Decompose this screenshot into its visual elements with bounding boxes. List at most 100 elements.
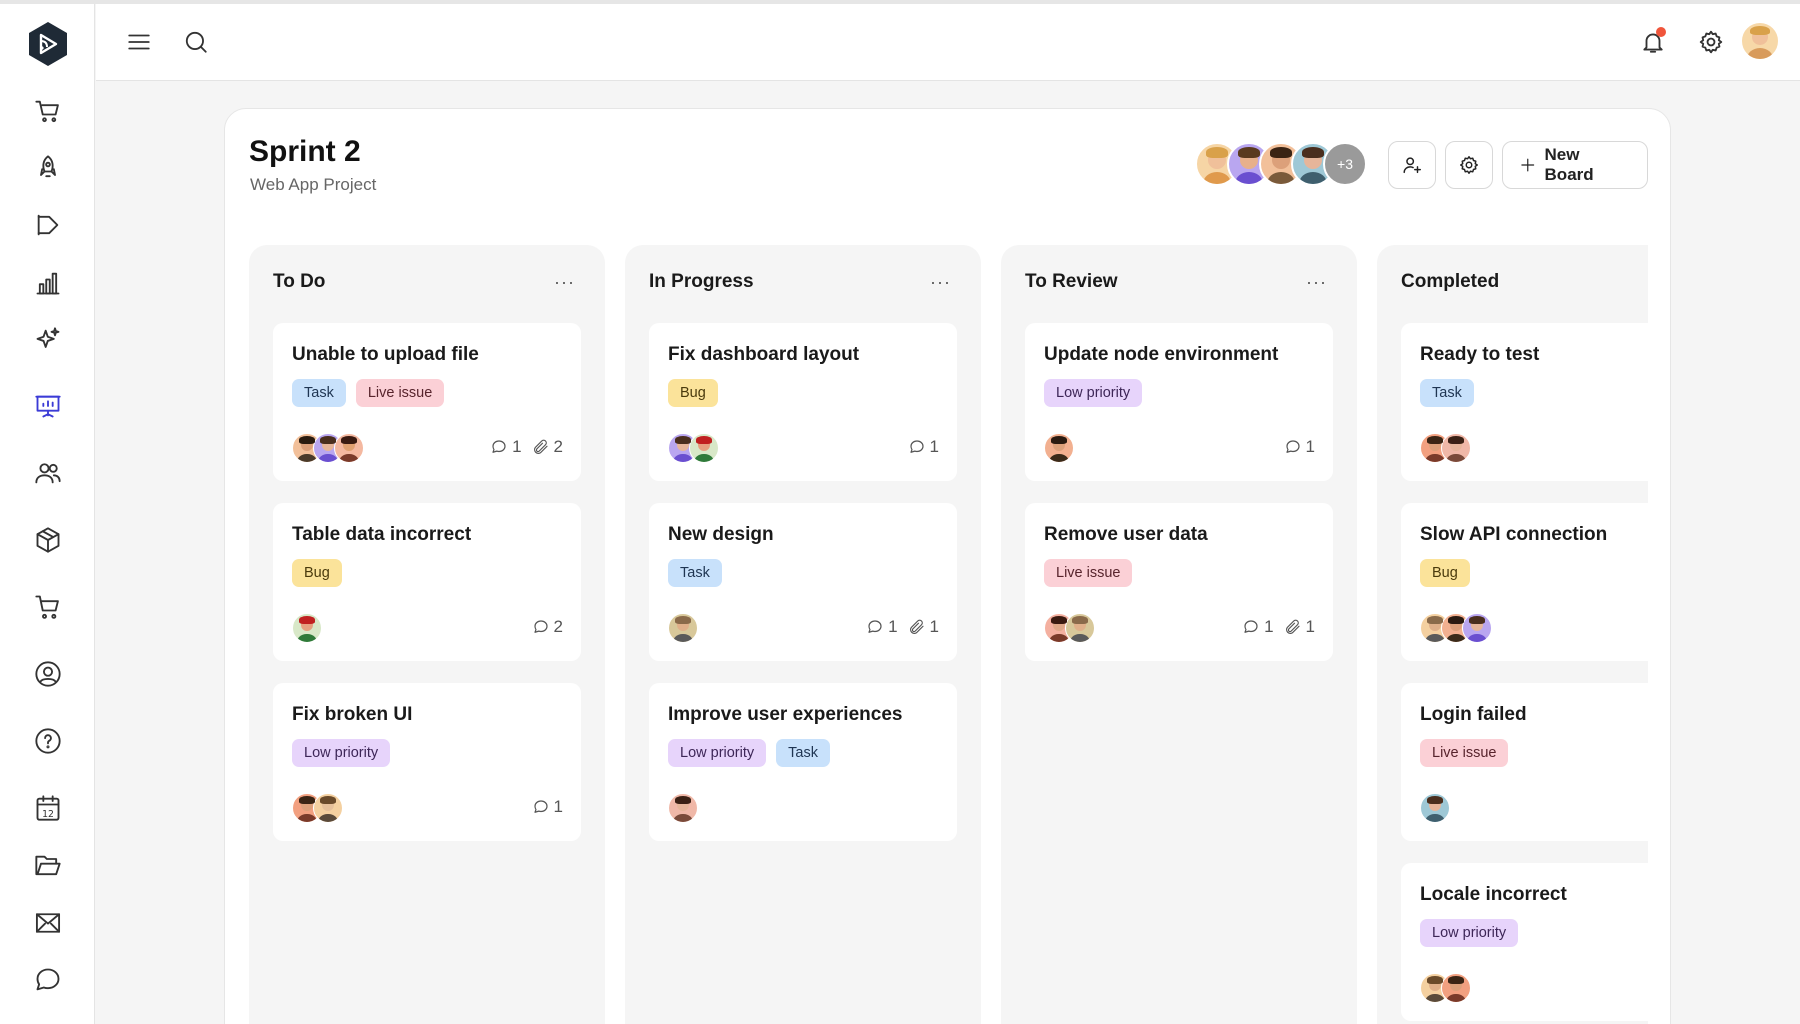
card-title: Locale incorrect	[1420, 884, 1567, 905]
calendar-icon[interactable]: 12	[31, 791, 65, 825]
hamburger-menu-icon[interactable]	[122, 25, 156, 59]
board-subtitle: Web App Project	[250, 175, 377, 194]
assignee-avatar	[1462, 613, 1492, 643]
card-assignees	[292, 433, 364, 463]
paperclip-icon	[909, 619, 924, 634]
tag-task: Task	[1420, 379, 1474, 407]
task-card[interactable]: Table data incorrect Bug 2	[273, 503, 581, 661]
comment-count: 2	[532, 617, 563, 637]
column-title: To Do	[273, 271, 326, 292]
sidebar: 12	[0, 4, 95, 1024]
bar-chart-icon[interactable]	[31, 266, 65, 300]
bell-icon[interactable]	[1636, 25, 1670, 59]
task-card[interactable]: Unable to upload file Task Live issue 1 …	[273, 323, 581, 481]
card-title: Table data incorrect	[292, 524, 472, 545]
card-assignees	[668, 793, 698, 823]
assignee-avatar	[1441, 433, 1471, 463]
card-assignees	[1420, 973, 1471, 1003]
assignee-avatar	[292, 613, 322, 643]
tag-low-priority: Low priority	[668, 739, 767, 767]
task-card[interactable]: New design Task 1 1	[649, 503, 957, 661]
assignee-avatar	[1065, 613, 1095, 643]
comment-count: 1	[532, 797, 563, 817]
attachment-count: 1	[908, 617, 939, 637]
gear-icon	[1460, 156, 1478, 174]
card-title: Unable to upload file	[292, 344, 479, 365]
folder-icon[interactable]	[31, 849, 65, 883]
card-assignees	[292, 793, 343, 823]
assignee-avatar	[1044, 433, 1074, 463]
comment-icon	[533, 800, 548, 813]
task-card[interactable]: Update node environment Low priority 1	[1025, 323, 1333, 481]
user-avatar[interactable]	[1740, 21, 1780, 61]
calendar-day-label: 12	[42, 809, 54, 820]
more-members-badge[interactable]: +3	[1323, 142, 1367, 186]
column-menu-button[interactable]: ···	[930, 272, 951, 293]
column-in-progress: In Progress ··· Fix dashboard layout Bug…	[625, 245, 981, 1024]
mail-icon[interactable]	[31, 906, 65, 940]
paperclip-icon	[1285, 619, 1300, 634]
app-logo-icon[interactable]	[25, 21, 71, 67]
tag-bug: Bug	[292, 559, 342, 587]
assignee-avatar	[1420, 793, 1450, 823]
search-icon[interactable]	[179, 25, 213, 59]
column-title: To Review	[1025, 271, 1118, 292]
task-card[interactable]: Fix dashboard layout Bug 1	[649, 323, 957, 481]
new-board-button[interactable]: New Board	[1502, 141, 1648, 189]
board-members[interactable]: +3	[1195, 142, 1367, 186]
comment-icon	[1244, 620, 1258, 633]
column-to-review: To Review ··· Update node environment Lo…	[1001, 245, 1357, 1024]
gear-icon[interactable]	[1694, 25, 1728, 59]
top-header	[96, 4, 1800, 81]
column-menu-button[interactable]: ···	[554, 272, 575, 293]
comment-icon	[1285, 440, 1300, 453]
tag-live-issue: Live issue	[355, 379, 445, 407]
sparkles-icon[interactable]	[31, 323, 65, 357]
card-assignees	[1044, 433, 1074, 463]
cart-icon[interactable]	[31, 94, 65, 128]
comment-icon	[533, 620, 548, 633]
task-card[interactable]: Login failed Live issue	[1401, 683, 1648, 841]
board-settings-button[interactable]	[1445, 141, 1493, 189]
task-card[interactable]: Improve user experiences Low priority Ta…	[649, 683, 957, 841]
card-title: Login failed	[1420, 704, 1527, 725]
rocket-icon[interactable]	[31, 151, 65, 185]
task-card[interactable]: Locale incorrect Low priority	[1401, 863, 1648, 1021]
tag-low-priority: Low priority	[1420, 919, 1519, 947]
assignee-avatar	[1441, 973, 1471, 1003]
card-assignees	[1420, 433, 1471, 463]
tag-live-issue: Live issue	[1420, 739, 1509, 767]
package-icon[interactable]	[31, 523, 65, 557]
attachment-count: 2	[532, 437, 563, 457]
card-assignees	[1420, 613, 1492, 643]
assignee-avatar	[668, 613, 698, 643]
column-to-do: To Do ··· Unable to upload file Task Liv…	[249, 245, 605, 1024]
comment-icon	[868, 620, 882, 633]
comment-count: 1	[1284, 437, 1315, 457]
user-circle-icon[interactable]	[31, 657, 65, 691]
users-icon[interactable]	[31, 456, 65, 490]
task-card[interactable]: Fix broken UI Low priority 1	[273, 683, 581, 841]
comment-icon	[492, 440, 506, 453]
board-panel: Sprint 2 Web App Project +3 New Board To…	[224, 108, 1671, 1024]
card-title: Improve user experiences	[668, 704, 903, 725]
megaphone-icon[interactable]	[31, 208, 65, 242]
attachment-count: 1	[1284, 617, 1315, 637]
chat-icon[interactable]	[31, 963, 65, 997]
column-completed: Completed Ready to test Task Slow API co…	[1377, 245, 1648, 1024]
help-icon[interactable]	[31, 724, 65, 758]
task-card[interactable]: Remove user data Live issue 1 1	[1025, 503, 1333, 661]
shopping-cart-icon[interactable]	[31, 590, 65, 624]
board-columns: To Do ··· Unable to upload file Task Liv…	[249, 245, 1648, 1024]
column-title: In Progress	[649, 271, 754, 292]
task-card[interactable]: Ready to test Task	[1401, 323, 1648, 481]
assignee-avatar	[313, 793, 343, 823]
tag-low-priority: Low priority	[1044, 379, 1143, 407]
presentation-board-icon[interactable]	[31, 389, 65, 423]
column-title: Completed	[1401, 271, 1500, 292]
card-title: New design	[668, 524, 774, 545]
board-title: Sprint 2	[249, 135, 361, 168]
add-member-button[interactable]	[1388, 141, 1436, 189]
column-menu-button[interactable]: ···	[1306, 272, 1327, 293]
task-card[interactable]: Slow API connection Bug	[1401, 503, 1648, 661]
